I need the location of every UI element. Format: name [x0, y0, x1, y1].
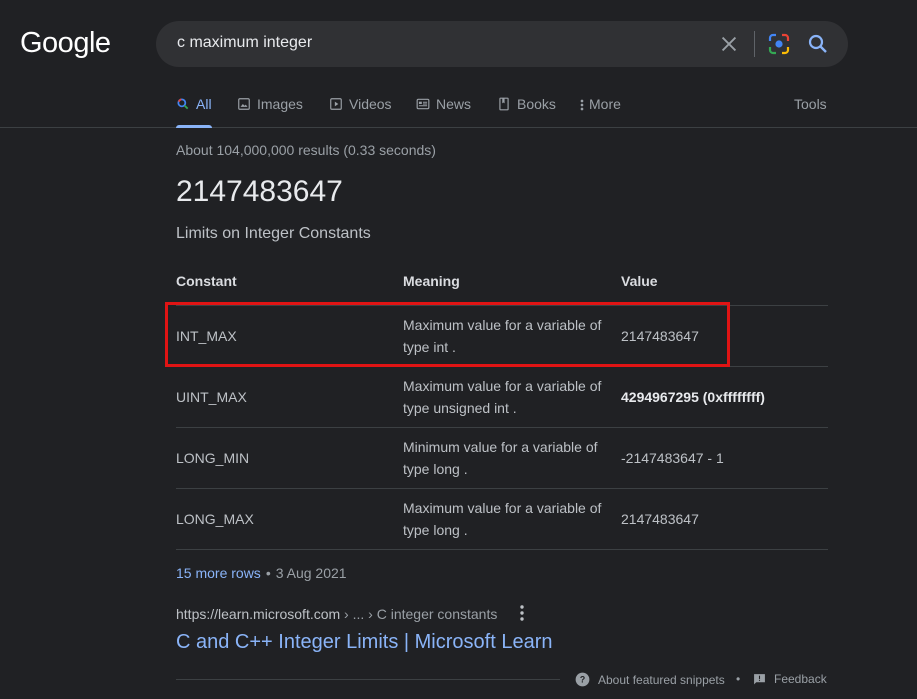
- source-breadcrumb: › ... › C integer constants: [340, 606, 498, 622]
- more-options-icon[interactable]: [514, 604, 530, 622]
- value-cell: 2147483647: [621, 511, 699, 527]
- tab-label: Images: [257, 96, 303, 112]
- tab-label: News: [436, 96, 472, 112]
- constant-cell: LONG_MAX: [176, 511, 254, 527]
- tab-label: Books: [517, 96, 556, 112]
- tab-label: All: [196, 96, 212, 112]
- search-divider: [754, 31, 755, 57]
- constant-cell: INT_MAX: [176, 328, 237, 344]
- column-header: Meaning: [403, 273, 460, 289]
- table-row: UINT_MAX Maximum value for a variable of…: [176, 367, 828, 428]
- source-url[interactable]: https://learn.microsoft.com › ... › C in…: [176, 606, 497, 622]
- table-row: INT_MAX Maximum value for a variable of …: [176, 306, 828, 367]
- column-header: Constant: [176, 273, 237, 289]
- constant-cell: UINT_MAX: [176, 389, 247, 405]
- close-icon[interactable]: [718, 33, 740, 55]
- image-icon: [238, 98, 250, 110]
- tab-images[interactable]: Images: [237, 96, 303, 128]
- help-icon: ?: [575, 672, 590, 687]
- more-vert-icon: [580, 99, 584, 111]
- news-icon: [416, 98, 430, 110]
- snippet-table: Constant Meaning Value INT_MAX Maximum v…: [176, 262, 828, 550]
- play-icon: [330, 98, 342, 110]
- table-row: LONG_MAX Maximum value for a variable of…: [176, 489, 828, 550]
- svg-text:?: ?: [580, 675, 585, 685]
- result-stats: About 104,000,000 results (0.33 seconds): [176, 142, 436, 158]
- search-box[interactable]: c maximum integer: [156, 21, 848, 67]
- source-domain: https://learn.microsoft.com: [176, 606, 341, 622]
- tab-videos[interactable]: Videos: [329, 96, 392, 128]
- tab-all[interactable]: All: [176, 96, 212, 128]
- search-icon: [177, 98, 189, 110]
- feedback-label: Feedback: [774, 672, 827, 686]
- tab-books[interactable]: Books: [497, 96, 556, 128]
- meaning-cell: Maximum value for a variable of type uns…: [403, 378, 602, 416]
- book-icon: [499, 97, 509, 111]
- footer-divider: [176, 679, 560, 680]
- active-tab-indicator: [176, 125, 212, 128]
- tools-button[interactable]: Tools: [794, 96, 827, 112]
- feedback-separator: •: [736, 672, 741, 686]
- about-snippets[interactable]: ? About featured snippets: [575, 672, 725, 687]
- about-snippets-label: About featured snippets: [598, 672, 725, 687]
- table-row: LONG_MIN Minimum value for a variable of…: [176, 428, 828, 489]
- tab-more[interactable]: More: [578, 96, 621, 128]
- bullet-separator: •: [265, 565, 271, 581]
- more-rows-line: 15 more rows • 3 Aug 2021: [176, 565, 347, 581]
- feedback-icon: [754, 673, 765, 684]
- featured-answer: 2147483647: [176, 175, 343, 208]
- result-title-link[interactable]: C and C++ Integer Limits | Microsoft Lea…: [176, 631, 552, 654]
- meaning-cell: Minimum value for a variable of type lon…: [403, 439, 598, 477]
- value-cell: 4294967295 (0xffffffff): [621, 389, 765, 405]
- tab-news[interactable]: News: [416, 96, 471, 128]
- table-header: Constant Meaning Value: [176, 262, 828, 306]
- search-icon[interactable]: [806, 32, 830, 56]
- value-cell: 2147483647: [621, 328, 699, 344]
- camera-icon[interactable]: [767, 32, 791, 56]
- tab-label: Videos: [349, 96, 392, 112]
- google-logo[interactable]: Google: [20, 27, 111, 60]
- meaning-cell: Maximum value for a variable of type lon…: [403, 500, 602, 538]
- featured-subtitle: Limits on Integer Constants: [176, 225, 371, 242]
- feedback-button[interactable]: Feedback: [753, 672, 827, 686]
- search-input[interactable]: c maximum integer: [177, 34, 312, 52]
- meaning-cell: Maximum value for a variable of type int…: [403, 317, 602, 355]
- constant-cell: LONG_MIN: [176, 450, 250, 466]
- snippet-date: 3 Aug 2021: [275, 565, 347, 581]
- search-tabs: All Images Videos News Books More Tools: [0, 88, 917, 128]
- column-header: Value: [621, 273, 658, 289]
- value-cell: -2147483647 - 1: [621, 450, 724, 466]
- more-rows-link[interactable]: 15 more rows: [176, 565, 261, 581]
- tab-label: More: [589, 96, 621, 112]
